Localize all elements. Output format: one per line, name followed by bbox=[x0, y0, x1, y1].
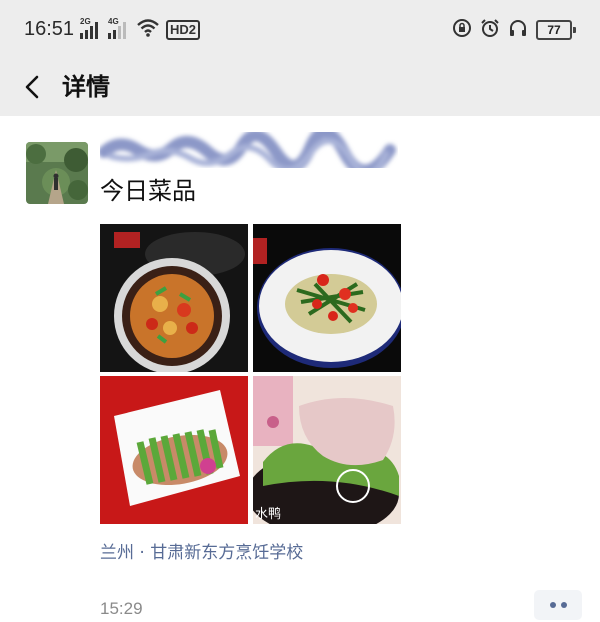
post-photo[interactable]: 水鸭 bbox=[253, 376, 401, 524]
post-photo[interactable] bbox=[100, 376, 248, 524]
status-time: 16:51 bbox=[24, 18, 75, 40]
more-button[interactable] bbox=[534, 590, 582, 620]
network-label: HD2 bbox=[166, 20, 201, 40]
battery-level: 77 bbox=[536, 20, 572, 40]
post-text: 今日菜品 bbox=[100, 177, 196, 205]
signal-label: 4G bbox=[108, 17, 119, 26]
status-left-icons: 2G 4G HD2 bbox=[80, 17, 201, 42]
page-title: 详情 bbox=[62, 73, 110, 101]
redacted-username[interactable] bbox=[98, 126, 398, 177]
wifi-icon bbox=[136, 18, 160, 42]
post-photo[interactable] bbox=[100, 224, 248, 372]
post-photo[interactable] bbox=[253, 224, 401, 372]
signal-label: 2G bbox=[80, 17, 91, 26]
photo-watermark: 水鸭 bbox=[255, 507, 282, 522]
avatar[interactable] bbox=[26, 142, 88, 204]
post-time: 15:29 bbox=[100, 599, 143, 618]
more-icon bbox=[549, 602, 556, 608]
signal-icon: 2G bbox=[80, 17, 102, 39]
status-right-icons: 77 bbox=[452, 18, 576, 42]
nav-bar: 详情 bbox=[0, 58, 600, 116]
location-link[interactable]: 兰州 · 甘肃新东方烹饪学校 bbox=[100, 540, 303, 566]
signal-icon: 4G bbox=[108, 17, 130, 39]
status-bar: 16:51 2G 4G HD2 77 bbox=[0, 0, 600, 58]
back-icon bbox=[25, 75, 39, 99]
battery-icon: 77 bbox=[536, 20, 576, 40]
lock-rotation-icon bbox=[452, 18, 472, 42]
alarm-icon bbox=[480, 18, 500, 42]
back-button[interactable] bbox=[16, 70, 50, 104]
headphones-icon bbox=[508, 18, 528, 42]
